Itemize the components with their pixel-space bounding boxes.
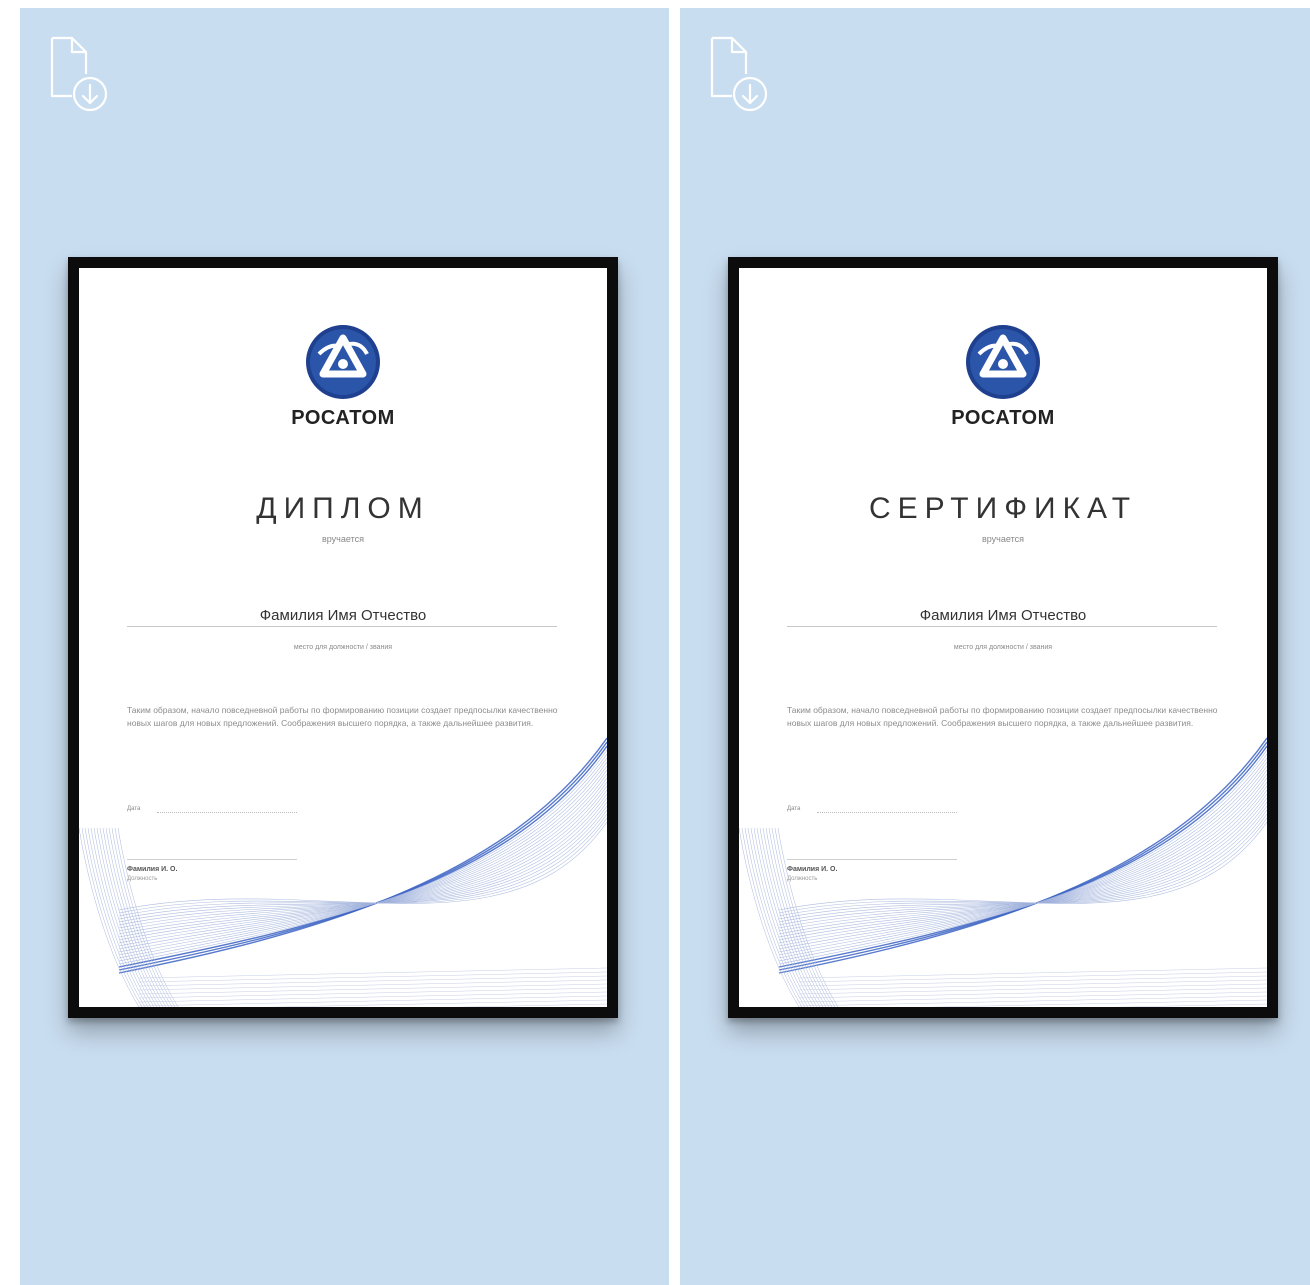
wave-line [798, 995, 1267, 1007]
wave-line [118, 817, 607, 914]
wave-line [798, 983, 1267, 995]
wave-line [118, 773, 607, 947]
wave-line [798, 987, 1267, 999]
wave-line [138, 991, 607, 1003]
wave-line [798, 991, 1267, 1003]
brand-name: РОСАТОМ [951, 407, 1055, 429]
rosatom-logo-icon [306, 325, 380, 399]
wave-line [778, 773, 1267, 947]
recipient-position: место для должности / звания [293, 644, 393, 651]
wave-line [138, 967, 607, 979]
wave-line [118, 737, 607, 974]
document-subtitle: вручается [322, 534, 364, 544]
file-download-icon[interactable] [48, 36, 110, 118]
wave-line [138, 987, 607, 999]
rosatom-logo-icon [966, 325, 1040, 399]
wave-line [798, 975, 1267, 987]
template-card-diploma[interactable]: РОСАТОМ ДИПЛОМ вручается Фамилия Имя Отч… [20, 8, 669, 1285]
template-card-certificate[interactable]: РОСАТОМ СЕРТИФИКАТ вручается Фамилия Имя… [680, 8, 1310, 1285]
brand-name: РОСАТОМ [291, 407, 395, 429]
recipient-position: место для должности / звания [953, 644, 1053, 651]
wave-line [798, 979, 1267, 991]
document-title: СЕРТИФИКАТ [868, 492, 1138, 525]
wave-line [798, 971, 1267, 983]
wave-line [778, 781, 1267, 941]
certificate-sheet: РОСАТОМ СЕРТИФИКАТ вручается Фамилия Имя… [739, 268, 1267, 1007]
date-line [157, 812, 297, 813]
name-underline [127, 626, 557, 627]
wave-line [138, 971, 607, 983]
wave-line [118, 745, 607, 968]
signer-role: Должность [787, 876, 818, 882]
wave-line [778, 737, 1267, 974]
signature-line [127, 859, 297, 860]
wave-line [138, 979, 607, 991]
file-download-icon[interactable] [708, 36, 770, 118]
signer-name: Фамилия И. О. [127, 866, 178, 873]
recipient-name: Фамилия Имя Отчество [259, 607, 427, 624]
body-text: Таким образом, начало повседневной работ… [127, 705, 558, 728]
date-label: Дата [787, 806, 801, 812]
signer-role: Должность [127, 876, 158, 882]
certificate-sheet: РОСАТОМ ДИПЛОМ вручается Фамилия Имя Отч… [79, 268, 607, 1007]
wave-line [138, 995, 607, 1007]
name-underline [787, 626, 1217, 627]
date-line [817, 812, 957, 813]
signature-line [787, 859, 957, 860]
framed-certificate: РОСАТОМ ДИПЛОМ вручается Фамилия Имя Отч… [68, 257, 618, 1018]
wave-line [798, 967, 1267, 979]
wave-line [138, 975, 607, 987]
recipient-name: Фамилия Имя Отчество [919, 607, 1087, 624]
wave-line [778, 817, 1267, 914]
document-subtitle: вручается [982, 534, 1024, 544]
document-title: ДИПЛОМ [256, 492, 430, 525]
framed-certificate: РОСАТОМ СЕРТИФИКАТ вручается Фамилия Имя… [728, 257, 1278, 1018]
body-text: Таким образом, начало повседневной работ… [787, 705, 1218, 728]
date-label: Дата [127, 806, 141, 812]
signer-name: Фамилия И. О. [787, 866, 838, 873]
wave-line [118, 781, 607, 941]
wave-line [138, 983, 607, 995]
wave-line [778, 745, 1267, 968]
